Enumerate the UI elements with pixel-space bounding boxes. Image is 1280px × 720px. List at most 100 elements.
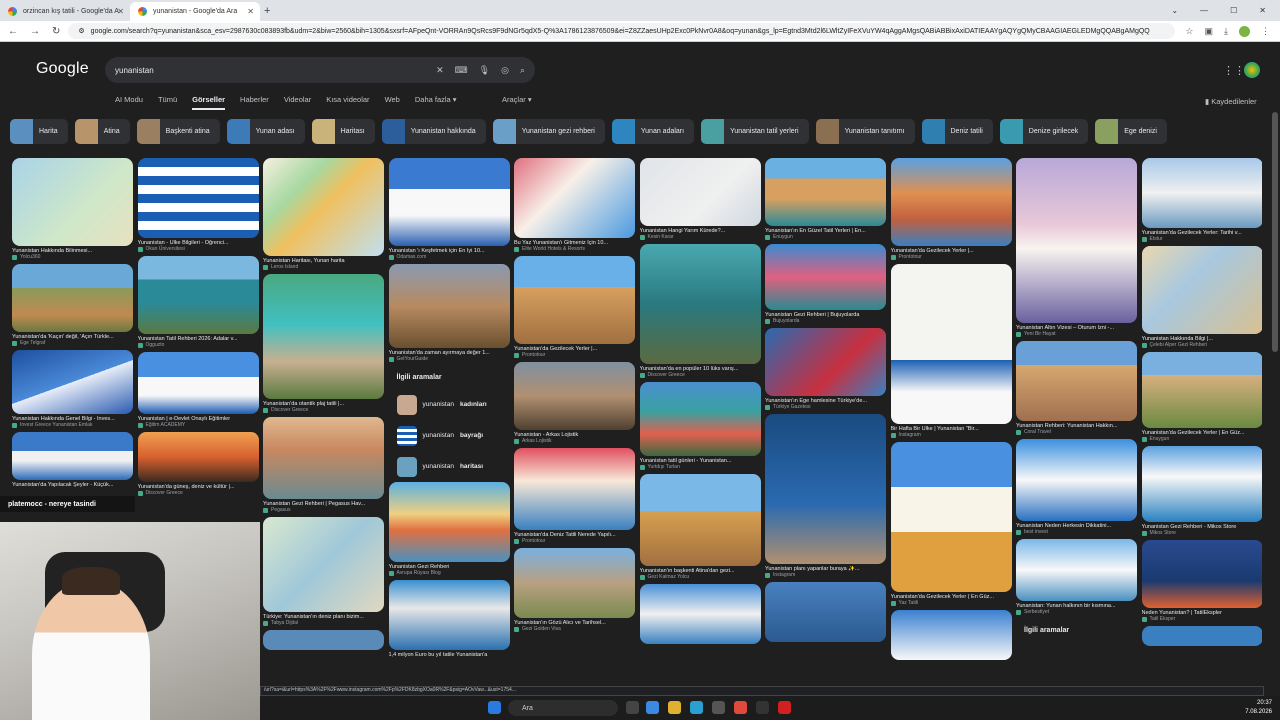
image-result[interactable]: Yunanistan Hakkında Bilinmesi... Yolcu360 [12, 158, 133, 260]
tab-short-videos[interactable]: Kısa videolar [326, 95, 369, 110]
bookmark-star-icon[interactable]: ☆ [1185, 26, 1193, 37]
image-result[interactable]: Yunanistan'ın Ege hamlesine Türkiye'de..… [765, 328, 886, 410]
chip-9[interactable]: Yunanistan tanıtımı [815, 119, 915, 144]
image-result[interactable]: Yunanistan'da Gezilecek Yerler |... Pront… [514, 256, 635, 358]
image-result[interactable]: Yunanistan: Yunan halkının bir kısmına..… [1016, 539, 1137, 615]
image-result[interactable]: Yunanistan tatil günleri - Yunanistan...… [639, 382, 761, 470]
result-source[interactable]: Eğitim ACADEMY [138, 422, 259, 428]
result-thumbnail[interactable] [388, 158, 510, 246]
menu-icon[interactable]: ⋮ [1261, 26, 1270, 37]
minimize-icon[interactable]: — [1200, 6, 1208, 15]
reload-icon[interactable]: ↻ [52, 26, 60, 37]
result-source[interactable]: Elite World Hotels & Resorts [514, 246, 635, 252]
image-result[interactable]: Yunanistan'da Gezilecek Yerler ( En Güz.… [890, 442, 1012, 606]
image-result[interactable]: Neden Yunanistan? | TatilEkspler Tatil Ek… [1141, 540, 1262, 622]
result-thumbnail[interactable] [12, 350, 133, 414]
result-thumbnail[interactable] [890, 158, 1012, 246]
result-title[interactable]: Yunanistan'da Yapılacak Şeyler - Küçük..… [12, 482, 133, 488]
tab-news[interactable]: Haberler [240, 95, 269, 110]
image-result[interactable]: Yunanistan'ın En Güzel Tatil Yerleri | E… [765, 158, 886, 240]
image-result[interactable] [890, 610, 1012, 660]
account-avatar[interactable] [1244, 62, 1260, 78]
store-icon[interactable] [712, 701, 725, 714]
close-window-icon[interactable]: ✕ [1259, 6, 1266, 15]
result-thumbnail[interactable] [890, 610, 1012, 660]
result-source[interactable]: Prontotour [891, 254, 1012, 260]
file-explorer-icon[interactable] [668, 701, 681, 714]
image-result[interactable]: Yunanistan - Arkas Lojistik Arkas Lojisti… [514, 362, 635, 444]
result-thumbnail[interactable] [263, 630, 384, 650]
system-clock[interactable]: 20:37 7.08.2026 [1245, 699, 1272, 717]
result-source[interactable]: Prontotour [514, 538, 635, 544]
image-result[interactable]: Yunanistan Hakkında Bilgi |... Çelebi Alp… [1141, 246, 1262, 348]
result-thumbnail[interactable] [137, 158, 259, 238]
image-result[interactable]: Yunanistan'ın Gözü Alıcı ve Tarihsel... G… [514, 548, 635, 632]
chip-10[interactable]: Deniz tatili [921, 119, 993, 144]
image-result[interactable]: Yunanistan'ın başkenti Atina'dan gezi...… [639, 474, 761, 580]
image-result[interactable]: Yunanistan Rehberi: Yunanistan Hakkın...… [1016, 341, 1137, 435]
tab-images[interactable]: Görseller [192, 95, 226, 110]
tab-more[interactable]: Daha fazla ▾ [415, 95, 457, 110]
chip-11[interactable]: Denize girilecek [999, 119, 1089, 144]
edge-icon[interactable] [690, 701, 703, 714]
copilot-icon[interactable] [646, 701, 659, 714]
result-source[interactable]: Türkiye Gazetesi [765, 404, 886, 410]
image-result[interactable]: Yunanistan'da 'Kaçın' değil, 'Açın Türkl… [12, 264, 133, 346]
chip-1[interactable]: Atina [74, 119, 130, 144]
image-result[interactable]: Yunanistan 'ı Keşfetmek için En İyi 10..… [388, 158, 510, 260]
result-thumbnail[interactable] [12, 158, 133, 246]
result-thumbnail[interactable] [514, 158, 635, 238]
result-thumbnail[interactable] [1016, 158, 1137, 323]
image-result[interactable] [263, 630, 384, 650]
result-thumbnail[interactable] [1141, 540, 1262, 608]
tab-web[interactable]: Web [385, 95, 400, 110]
search-input[interactable]: yunanistan [115, 66, 425, 75]
taskbar-search[interactable]: Ara [508, 700, 618, 716]
result-source[interactable]: Avrupa Rüyası Blog [389, 570, 510, 576]
tab-search-icon[interactable]: ⌄ [1171, 6, 1178, 15]
chip-3[interactable]: Yunan adası [226, 119, 305, 144]
chip-7[interactable]: Yunan adaları [611, 119, 695, 144]
result-source[interactable]: Okan Üniversitesi [138, 246, 259, 252]
url-field[interactable]: ⚙ google.com/search?q=yunanistan&sca_esv=… [68, 23, 1176, 39]
chip-12[interactable]: Ege denizi [1095, 119, 1167, 144]
result-source[interactable]: Coral Travel [1016, 429, 1137, 435]
chip-5[interactable]: Yunanistan hakkında [381, 119, 486, 144]
image-result[interactable] [1141, 626, 1262, 646]
image-result[interactable]: Yunanistan - Ülke Bilgileri - Öğrenci...… [137, 158, 259, 252]
result-source[interactable]: Prontotour [514, 352, 635, 358]
result-thumbnail[interactable] [890, 442, 1012, 592]
page-scrollbar[interactable] [1272, 112, 1278, 352]
lens-icon[interactable]: ◎ [501, 65, 509, 76]
chip-0[interactable]: Harita [10, 119, 68, 144]
result-thumbnail[interactable] [765, 244, 886, 310]
chip-6[interactable]: Yunanistan gezi rehberi [492, 119, 605, 144]
result-source[interactable]: Kesin Karar [640, 234, 761, 240]
result-source[interactable]: Enuygun [765, 234, 886, 240]
search-icon[interactable]: ⌕ [520, 65, 525, 76]
result-thumbnail[interactable] [137, 256, 259, 334]
image-result[interactable]: Yunanistan planı yapanlar buraya ✨... Ins… [765, 414, 886, 578]
result-source[interactable]: Gezi Golden Visa [514, 626, 635, 632]
start-icon[interactable] [488, 701, 501, 714]
browser-tab-1[interactable]: orzincan kış tatili - Google'da A ✕ [0, 2, 130, 21]
result-thumbnail[interactable] [765, 414, 886, 564]
new-tab-icon[interactable]: + [264, 5, 270, 17]
result-thumbnail[interactable] [12, 264, 133, 332]
result-source[interactable]: Pegasus [263, 507, 384, 513]
image-result[interactable]: Yunanistan'da Yapılacak Şeyler - Küçük..… [12, 432, 133, 488]
result-thumbnail[interactable] [137, 432, 259, 482]
result-source[interactable]: Leros Island [263, 264, 384, 270]
image-result[interactable]: Bir Hafta Bir Ülke | Yunanistan "Bir... I… [890, 264, 1012, 438]
result-source[interactable]: Yaz Tatili [891, 600, 1012, 606]
result-thumbnail[interactable] [1141, 446, 1262, 522]
image-result[interactable]: Yunanistan Hangi Yarım Kürede?... Kesin K… [639, 158, 761, 240]
image-result[interactable]: Yunanistan Neden Herkesin Dikkatini... be… [1016, 439, 1137, 535]
image-result[interactable]: Yunanistan'da otantik plaj tatili |... Di… [263, 274, 384, 413]
result-source[interactable]: Enuygun [1142, 436, 1263, 442]
keyboard-icon[interactable]: ⌨ [455, 65, 468, 76]
related-search-item[interactable]: yunanistan kadınları [393, 389, 506, 420]
result-thumbnail[interactable] [1016, 341, 1137, 421]
chip-4[interactable]: Haritası [311, 119, 375, 144]
obs-icon[interactable] [778, 701, 791, 714]
